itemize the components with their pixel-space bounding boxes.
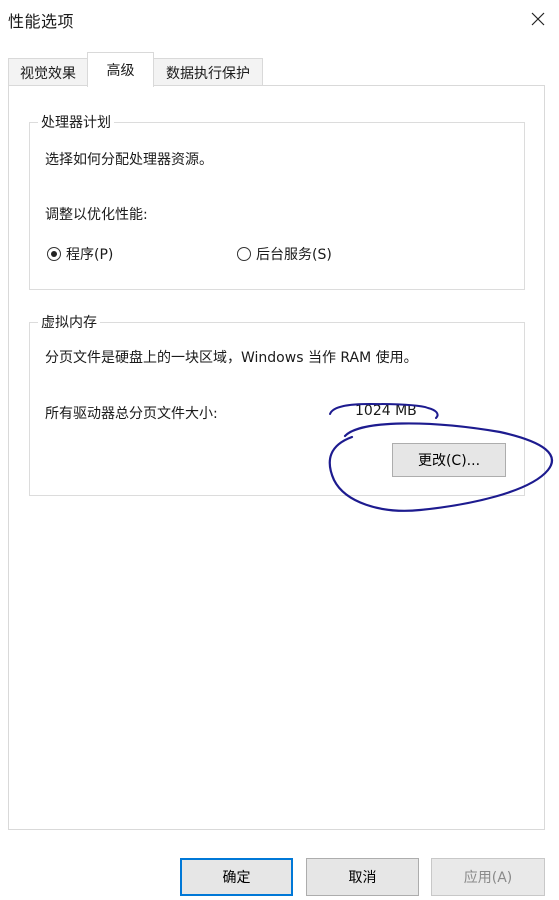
paging-file-size-label: 所有驱动器总分页文件大小:: [45, 406, 218, 422]
radio-programs-indicator[interactable]: [47, 247, 61, 261]
virtual-memory-group: 虚拟内存 分页文件是硬盘上的一块区域，Windows 当作 RAM 使用。 所有…: [29, 312, 525, 496]
tab-panel-advanced: 处理器计划 选择如何分配处理器资源。 调整以优化性能: 程序(P) 后台服务(S…: [8, 85, 545, 830]
radio-programs[interactable]: 程序(P): [47, 244, 113, 264]
tab-bar: 视觉效果 高级 数据执行保护: [0, 52, 559, 87]
close-icon: [531, 12, 545, 26]
tab-dep[interactable]: 数据执行保护: [153, 58, 263, 86]
adjust-performance-label: 调整以优化性能:: [45, 207, 148, 223]
cancel-button[interactable]: 取消: [306, 858, 419, 896]
title-bar: 性能选项: [0, 0, 559, 40]
tab-visual-effects[interactable]: 视觉效果: [8, 58, 88, 86]
change-button[interactable]: 更改(C)...: [392, 443, 506, 477]
processor-description: 选择如何分配处理器资源。: [45, 152, 213, 168]
radio-programs-label: 程序(P): [66, 247, 114, 263]
close-button[interactable]: [517, 0, 559, 38]
apply-button: 应用(A): [431, 858, 545, 896]
ok-button[interactable]: 确定: [180, 858, 293, 896]
virtual-memory-title: 虚拟内存: [38, 312, 100, 332]
processor-scheduling-group: 处理器计划 选择如何分配处理器资源。 调整以优化性能: 程序(P) 后台服务(S…: [29, 112, 525, 290]
window-title: 性能选项: [8, 12, 75, 31]
radio-background-services-label: 后台服务(S): [256, 247, 332, 263]
radio-background-services-indicator[interactable]: [237, 247, 251, 261]
paging-file-size-value: 1024 MB: [355, 403, 417, 419]
radio-background-services[interactable]: 后台服务(S): [237, 244, 332, 264]
tab-advanced[interactable]: 高级: [87, 52, 154, 87]
virtual-memory-description: 分页文件是硬盘上的一块区域，Windows 当作 RAM 使用。: [45, 350, 418, 366]
processor-scheduling-title: 处理器计划: [38, 112, 114, 132]
